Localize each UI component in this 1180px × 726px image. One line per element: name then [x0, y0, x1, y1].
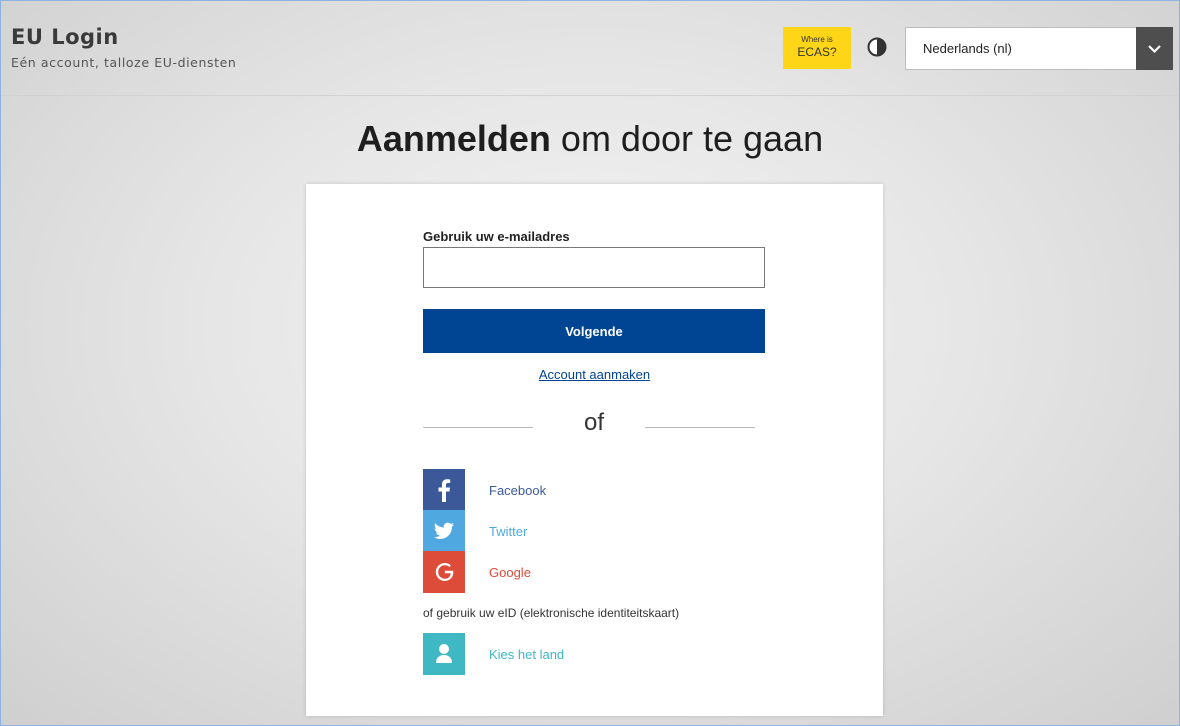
ecas-big-label: ECAS? — [797, 45, 837, 59]
site-header: EU Login Eén account, talloze EU-dienste… — [1, 1, 1179, 96]
choose-country-label: Kies het land — [489, 647, 565, 662]
facebook-label: Facebook — [489, 483, 547, 498]
or-separator: of — [583, 409, 604, 436]
page-title-bold: Aanmelden — [356, 118, 551, 159]
email-field[interactable] — [423, 247, 765, 288]
ecas-small-label: Where is — [801, 35, 833, 44]
google-login[interactable]: Google — [423, 551, 723, 593]
app-subtitle: Eén account, talloze EU-diensten — [11, 55, 237, 70]
next-button[interactable]: Volgende — [423, 309, 765, 353]
facebook-login[interactable]: Facebook — [423, 469, 723, 511]
where-is-ecas-button[interactable]: Where is ECAS? — [783, 27, 851, 69]
language-select[interactable]: Nederlands (nl) — [905, 27, 1173, 70]
page-title: Aanmelden om door te gaan — [1, 118, 1179, 160]
facebook-icon — [423, 469, 465, 511]
create-account-link[interactable]: Account aanmaken — [306, 367, 883, 382]
twitter-label: Twitter — [489, 524, 528, 539]
google-icon — [423, 551, 465, 593]
contrast-icon[interactable] — [867, 37, 887, 57]
google-label: Google — [489, 565, 531, 580]
eid-instruction: of gebruik uw eID (elektronische identit… — [423, 606, 680, 620]
user-icon — [423, 633, 465, 675]
divider-left — [423, 427, 533, 428]
chevron-down-icon[interactable] — [1136, 27, 1173, 70]
email-label: Gebruik uw e-mailadres — [423, 229, 570, 244]
login-card: Gebruik uw e-mailadres Volgende Account … — [306, 184, 883, 716]
app-title: EU Login — [11, 25, 119, 49]
language-selected-value: Nederlands (nl) — [923, 41, 1012, 56]
twitter-icon — [423, 510, 465, 552]
twitter-login[interactable]: Twitter — [423, 510, 723, 552]
divider-right — [645, 427, 755, 428]
choose-country-login[interactable]: Kies het land — [423, 633, 723, 675]
page-title-rest: om door te gaan — [550, 118, 824, 159]
